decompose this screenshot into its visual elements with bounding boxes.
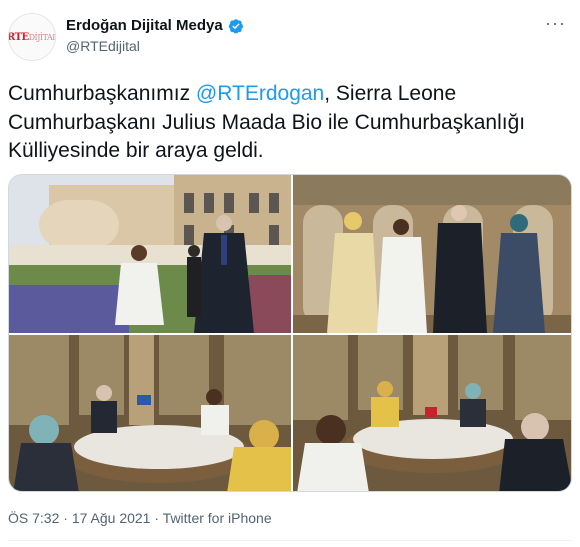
- display-name[interactable]: Erdoğan Dijital Medya: [66, 17, 223, 34]
- photo-3[interactable]: [9, 335, 291, 491]
- verified-badge-icon: [228, 18, 243, 33]
- account-handle[interactable]: @RTEdijital: [66, 38, 140, 54]
- photo-1[interactable]: [9, 175, 291, 333]
- avatar[interactable]: RTEDİJİTAL: [8, 13, 56, 61]
- meta-separator: ·: [59, 510, 72, 526]
- tweet-source[interactable]: Twitter for iPhone: [163, 510, 272, 526]
- media-grid: [8, 174, 572, 492]
- author-name-row: Erdoğan Dijital Medya: [66, 17, 244, 34]
- tweet-time[interactable]: ÖS 7:32: [8, 510, 59, 526]
- photo-2[interactable]: [293, 175, 571, 333]
- tweet-meta: ÖS 7:32 · 17 Ağu 2021 · Twitter for iPho…: [8, 510, 272, 526]
- avatar-logo: RTEDİJİTAL: [8, 31, 56, 43]
- more-icon[interactable]: ···: [545, 14, 566, 32]
- meta-separator: ·: [150, 510, 163, 526]
- tweet-date[interactable]: 17 Ağu 2021: [72, 510, 151, 526]
- tweet-text-part: Cumhurbaşkanımız: [8, 82, 196, 105]
- mention-link[interactable]: @RTErdogan: [196, 82, 324, 105]
- photo-4[interactable]: [293, 335, 571, 491]
- divider: [8, 540, 572, 541]
- tweet-text: Cumhurbaşkanımız @RTErdogan, Sierra Leon…: [8, 80, 568, 166]
